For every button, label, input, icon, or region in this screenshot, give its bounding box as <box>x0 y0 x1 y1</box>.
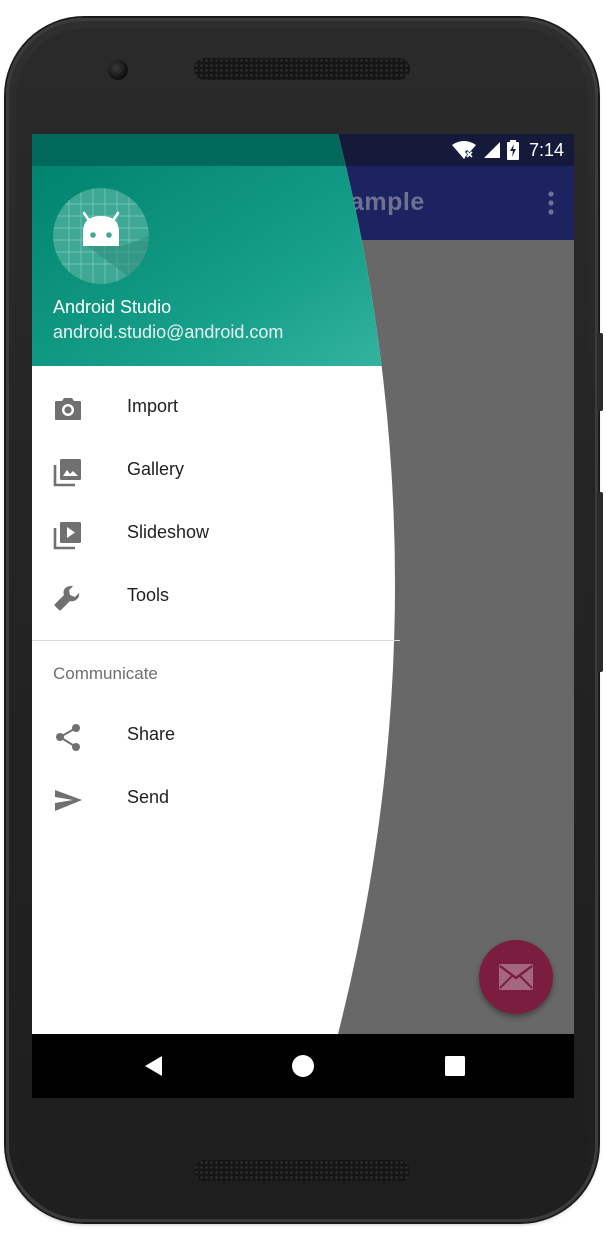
wrench-icon <box>54 586 80 611</box>
status-time: 7:14 <box>528 139 564 160</box>
menu-item-gallery[interactable]: Gallery <box>32 440 400 503</box>
screen: 7:14 ample Android Studio android.studio… <box>32 134 574 1098</box>
menu-label-gallery: Gallery <box>127 459 185 479</box>
menu-label-slideshow: Slideshow <box>127 522 210 542</box>
menu-item-tools[interactable]: Tools <box>32 566 400 629</box>
share-icon <box>56 724 80 751</box>
cell-signal-icon <box>483 142 500 158</box>
recents-square-icon[interactable] <box>440 1051 470 1081</box>
menu-label-share: Share <box>127 724 176 744</box>
send-icon <box>55 790 82 811</box>
more-vert-icon[interactable] <box>548 190 554 216</box>
android-logo-icon <box>53 188 149 284</box>
email-icon <box>499 964 533 990</box>
slideshow-icon <box>53 522 81 550</box>
fab-email-button[interactable] <box>479 940 553 1014</box>
status-icons: 7:14 <box>451 134 564 166</box>
menu-label-send: Send <box>127 787 170 807</box>
gallery-icon <box>53 459 81 487</box>
menu-item-import[interactable]: Import <box>32 377 400 440</box>
system-nav-bar <box>32 1034 574 1098</box>
menu-item-share[interactable]: Share <box>32 705 400 768</box>
menu-item-send[interactable]: Send <box>32 768 400 831</box>
section-header-communicate: Communicate <box>53 664 158 683</box>
battery-charging-icon <box>506 140 519 160</box>
back-triangle-icon[interactable] <box>136 1051 166 1081</box>
menu-label-tools: Tools <box>127 585 170 605</box>
account-name: Android Studio <box>53 297 172 317</box>
top-speaker <box>194 58 410 80</box>
camera-icon <box>55 398 81 420</box>
wifi-x-icon <box>451 141 476 160</box>
home-circle-icon[interactable] <box>288 1051 318 1081</box>
menu-label-import: Import <box>127 396 179 416</box>
menu-divider <box>32 640 400 641</box>
account-email: android.studio@android.com <box>53 322 284 342</box>
drawer-content: Android Studio android.studio@android.co… <box>32 134 402 1034</box>
front-camera <box>108 60 128 80</box>
volume-button <box>597 333 603 411</box>
menu-item-slideshow[interactable]: Slideshow <box>32 503 400 566</box>
bottom-speaker <box>194 1160 410 1182</box>
power-button <box>597 492 603 672</box>
